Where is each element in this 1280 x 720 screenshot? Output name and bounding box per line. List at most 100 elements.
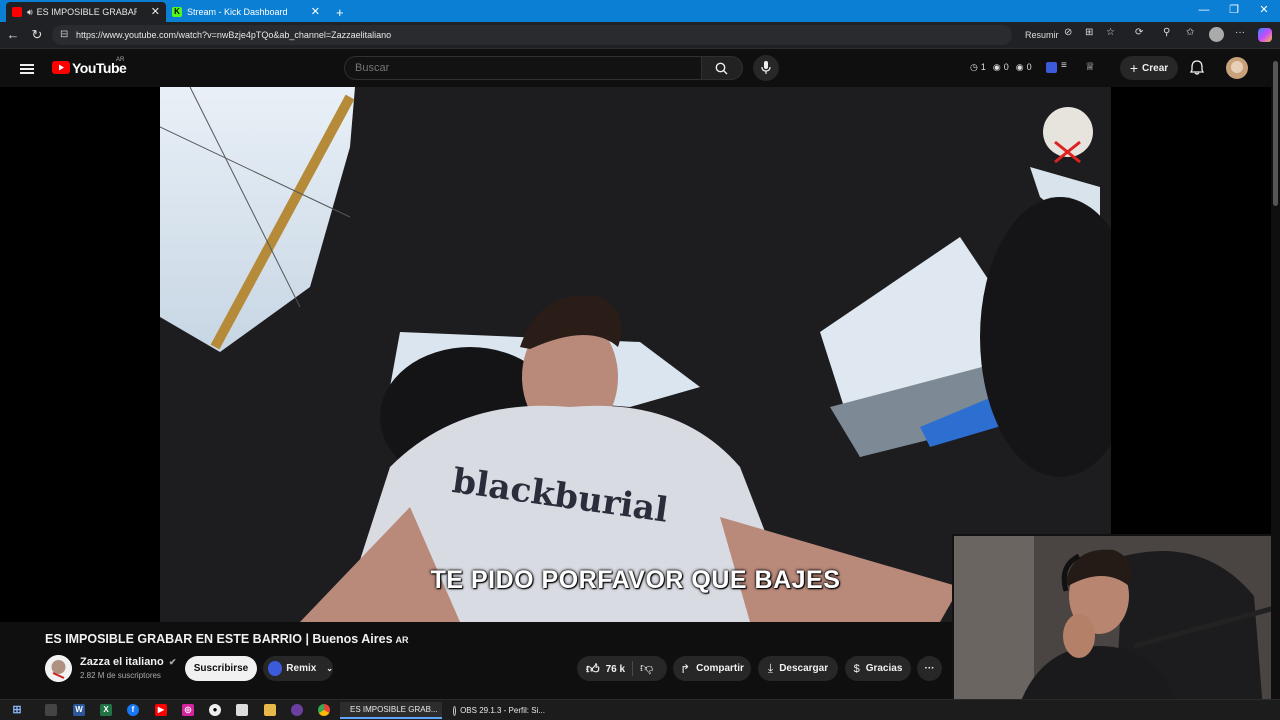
extension-stats: ◷ 1 ◉ 0 ◉ 0 <box>970 62 1032 73</box>
instagram-icon[interactable]: ◎ <box>182 704 194 716</box>
menu-dots-icon[interactable]: ··· <box>1235 27 1245 38</box>
resumir-button[interactable]: Resumir <box>1025 30 1059 40</box>
chevron-down-icon: ⌄ <box>326 664 333 673</box>
create-label: Crear <box>1142 62 1169 74</box>
download-label: Descargar <box>779 663 829 674</box>
remix-icon <box>268 661 283 676</box>
restore-button[interactable]: ❐ <box>1226 3 1242 17</box>
webcam-overlay <box>952 534 1280 720</box>
youtube-favicon-icon <box>12 7 22 17</box>
eye-icon: ◉ <box>992 62 1001 72</box>
thumbs-down-icon: 👎︎ <box>640 660 654 675</box>
verified-icon: ✔ <box>168 657 177 667</box>
app-icon[interactable] <box>291 704 303 716</box>
task-title: ES IMPOSIBLE GRAB... <box>350 705 438 714</box>
favorite-star-icon[interactable]: ☆ <box>1106 27 1115 38</box>
favorites-icon[interactable]: ✩ <box>1186 27 1194 38</box>
youtube-icon[interactable]: ▶ <box>155 704 167 716</box>
copilot-icon[interactable] <box>1258 28 1272 42</box>
create-button[interactable]: + Crear <box>1120 56 1178 80</box>
minimize-button[interactable]: — <box>1196 3 1212 17</box>
share-arrow-icon: ↱ <box>680 661 691 676</box>
like-count: 76 k <box>605 663 626 675</box>
windows-taskbar: ⊞ W X f ▶ ◎ ● ES IMPOSIBLE GRAB... OBS 2… <box>0 699 1280 720</box>
channel-name-text: Zazza el italiano <box>80 656 164 668</box>
stat-value: 0 <box>1003 62 1009 72</box>
download-button[interactable]: ⤓ Descargar <box>758 656 838 681</box>
youtube-header: YouTube AR ◷ 1 ◉ 0 ◉ 0 ≡ ♕ + Crear <box>0 49 1280 87</box>
app-icon[interactable] <box>45 704 57 716</box>
clock-icon: ◷ <box>970 62 978 72</box>
browser-essentials-icon[interactable]: ⚲ <box>1163 27 1170 38</box>
stat-value: 1 <box>980 62 986 72</box>
plus-icon: + <box>1129 60 1139 76</box>
new-tab-button[interactable]: + <box>330 2 348 22</box>
extensions-icon[interactable]: ⟳ <box>1135 27 1143 38</box>
thanks-label: Gracias <box>865 663 903 674</box>
youtube-logo-icon[interactable] <box>52 61 70 74</box>
tab-title: Stream - Kick Dashboard <box>187 7 288 17</box>
region-code: AR <box>116 57 125 63</box>
tab-title: ES IMPOSIBLE GRABAR EN E <box>36 7 137 17</box>
refresh-icon[interactable]: ↻ <box>29 27 45 43</box>
like-button[interactable]: 👍︎ 76 k <box>586 661 625 677</box>
app-icon[interactable]: ● <box>209 704 221 716</box>
hamburger-menu-icon[interactable] <box>20 62 34 76</box>
notepad-icon[interactable] <box>236 704 248 716</box>
voice-search-button[interactable] <box>753 55 779 81</box>
scroll-thumb[interactable] <box>1273 61 1278 206</box>
more-dots-icon: ··· <box>924 663 935 674</box>
taskbar-task-obs[interactable]: OBS 29.1.3 - Perfil: Si... <box>447 702 551 719</box>
notifications-bell-icon[interactable] <box>1190 60 1204 75</box>
obs-icon <box>453 705 457 716</box>
kick-favicon-icon: K <box>172 7 182 17</box>
subscribe-button[interactable]: Suscribirse <box>185 656 257 681</box>
video-title: ES IMPOSIBLE GRABAR EN ESTE BARRIO | Bue… <box>45 632 409 646</box>
trophy-icon[interactable]: ♕ <box>1085 60 1095 73</box>
thanks-icon: $ <box>853 662 860 675</box>
task-title: OBS 29.1.3 - Perfil: Si... <box>460 706 545 715</box>
search-input[interactable] <box>344 56 702 80</box>
microphone-icon <box>761 61 771 74</box>
back-icon[interactable]: ← <box>5 27 21 43</box>
start-menu-icon[interactable]: ⊞ <box>11 704 23 716</box>
excel-icon[interactable]: X <box>100 704 112 716</box>
title-region-badge: AR <box>395 635 409 645</box>
thanks-button[interactable]: $ Gracias <box>845 656 911 681</box>
word-icon[interactable]: W <box>73 704 85 716</box>
browser-tab-bar: 🔊︎ ES IMPOSIBLE GRABAR EN E ✕ K Stream -… <box>0 0 1280 22</box>
grid-icon[interactable]: ⊞ <box>1085 27 1093 38</box>
dislike-button[interactable]: 👎︎ <box>640 660 653 676</box>
profile-avatar[interactable] <box>1209 27 1224 42</box>
stat-value: 0 <box>1026 62 1032 72</box>
divider <box>632 661 633 676</box>
share-button[interactable]: ↱ Compartir <box>673 656 751 681</box>
download-icon: ⤓ <box>767 661 774 675</box>
chrome-icon[interactable] <box>318 704 330 716</box>
url-text: https://www.youtube.com/watch?v=nwBzje4p… <box>76 30 392 40</box>
more-actions-button[interactable]: ··· <box>917 656 942 681</box>
translate-icon[interactable]: ⊘ <box>1064 27 1072 38</box>
remix-label: Remix <box>286 663 317 674</box>
share-label: Compartir <box>696 663 744 674</box>
remix-button[interactable]: Remix ⌄ <box>263 656 333 681</box>
file-explorer-icon[interactable] <box>264 704 276 716</box>
thumbs-up-icon: 👍︎ <box>586 661 600 676</box>
site-info-icon[interactable]: ⊟ <box>60 29 68 40</box>
channel-name[interactable]: Zazza el italiano ✔ <box>80 656 176 668</box>
user-avatar[interactable] <box>1226 57 1248 79</box>
tab-kick[interactable]: K Stream - Kick Dashboard ✕ <box>166 2 326 22</box>
page-scrollbar[interactable] <box>1271 49 1280 699</box>
extension-badge-icon[interactable] <box>1046 62 1057 73</box>
video-title-text: ES IMPOSIBLE GRABAR EN ESTE BARRIO | Bue… <box>45 632 393 646</box>
tab-youtube[interactable]: 🔊︎ ES IMPOSIBLE GRABAR EN E ✕ <box>6 2 166 22</box>
close-tab-icon[interactable]: ✕ <box>311 5 320 19</box>
facebook-icon[interactable]: f <box>127 704 139 716</box>
taskbar-task-edge[interactable]: ES IMPOSIBLE GRAB... <box>340 702 442 719</box>
channel-avatar[interactable] <box>45 655 72 682</box>
search-button[interactable] <box>701 56 743 80</box>
close-tab-icon[interactable]: ✕ <box>151 5 160 19</box>
speaker-icon: 🔊︎ <box>27 6 33 17</box>
close-window-button[interactable]: ✕ <box>1256 3 1272 17</box>
playlist-icon[interactable]: ≡ <box>1061 60 1067 71</box>
